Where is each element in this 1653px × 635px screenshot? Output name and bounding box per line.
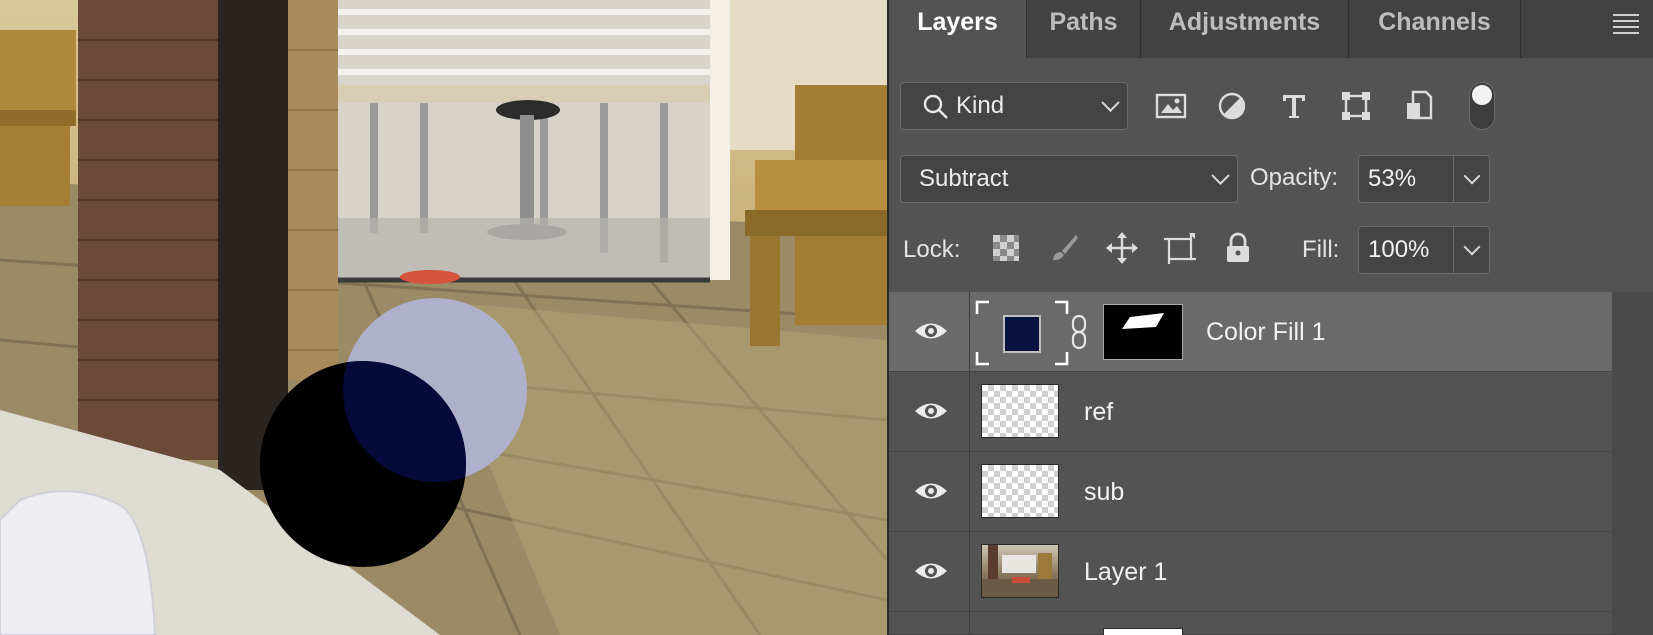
opacity-input[interactable]: 53% — [1358, 155, 1454, 203]
layer-row-layer-1[interactable]: Layer 1 — [889, 532, 1612, 612]
layer-row-color-fill-1[interactable]: Color Fill 1 — [889, 292, 1612, 372]
column-separator — [969, 452, 970, 531]
tab-channels[interactable]: Channels — [1349, 0, 1521, 58]
panel-tab-bar: Layers Paths Adjustments Channels — [889, 0, 1653, 58]
photo-canvas[interactable] — [0, 0, 887, 635]
fill-color-swatch[interactable] — [1003, 315, 1041, 353]
toggle-knob — [1472, 85, 1492, 105]
lock-image-pixels-brush-icon[interactable] — [1044, 228, 1084, 268]
layer-row-ref[interactable]: ref — [889, 372, 1612, 452]
tab-adjustments[interactable]: Adjustments — [1141, 0, 1349, 58]
lock-transparent-pixels-icon[interactable] — [986, 228, 1026, 268]
tab-paths[interactable]: Paths — [1027, 0, 1141, 58]
layer-name: Layer 1 — [1084, 558, 1168, 586]
visibility-eye-icon[interactable] — [913, 316, 949, 346]
blend-mode-dropdown[interactable]: Subtract — [900, 155, 1238, 203]
chevron-down-icon — [1463, 238, 1480, 256]
column-separator — [969, 612, 970, 634]
lock-artboard-icon[interactable] — [1160, 228, 1200, 268]
layer-name: Color Fill 1 — [1206, 318, 1326, 346]
lock-position-move-icon[interactable] — [1102, 228, 1142, 268]
layers-panel: Layers Paths Adjustments Channels Kind S… — [887, 0, 1653, 635]
column-separator — [969, 372, 970, 451]
photo-illustration — [0, 0, 887, 635]
layer-row-partial[interactable] — [889, 612, 1612, 635]
type-layer-filter-icon[interactable] — [1274, 86, 1314, 126]
fill-dropdown-button[interactable] — [1454, 226, 1490, 274]
tab-layers[interactable]: Layers — [889, 0, 1027, 58]
blend-mode-value: Subtract — [919, 165, 1009, 192]
layer-name: sub — [1084, 478, 1125, 506]
chevron-down-icon — [1463, 167, 1480, 185]
fill-input[interactable]: 100% — [1358, 226, 1454, 274]
opacity-label: Opacity: — [1250, 164, 1339, 191]
chevron-down-icon — [1211, 166, 1230, 185]
layer-name: ref — [1084, 398, 1114, 426]
layer-mask-thumbnail[interactable] — [1103, 304, 1183, 360]
filter-toggle-switch[interactable] — [1469, 82, 1495, 130]
column-separator — [969, 292, 970, 371]
layer-thumbnail-transparent[interactable] — [981, 464, 1059, 518]
adjustment-layer-filter-icon[interactable] — [1212, 86, 1252, 126]
visibility-eye-icon[interactable] — [913, 396, 949, 426]
layer-thumbnail-transparent[interactable] — [981, 384, 1059, 438]
shape-layer-filter-icon[interactable] — [1336, 86, 1376, 126]
link-chain-icon[interactable] — [1069, 314, 1089, 350]
layer-row-sub[interactable]: sub — [889, 452, 1612, 532]
filter-kind-dropdown[interactable]: Kind — [900, 82, 1128, 130]
pixel-layer-filter-icon[interactable] — [1151, 86, 1191, 126]
fill-thumbnail-frame[interactable] — [975, 300, 1069, 366]
lock-all-icon[interactable] — [1218, 228, 1258, 268]
layer-thumbnail-white[interactable] — [1103, 628, 1183, 635]
chevron-down-icon — [1101, 93, 1120, 112]
visibility-eye-icon[interactable] — [913, 556, 949, 586]
layers-scrollbar[interactable] — [1612, 292, 1653, 635]
smart-object-filter-icon[interactable] — [1399, 86, 1439, 126]
filter-kind-label: Kind — [956, 92, 1005, 119]
search-icon — [923, 94, 948, 119]
column-separator — [969, 532, 970, 611]
layer-thumbnail-photo[interactable] — [981, 544, 1059, 598]
lock-label: Lock: — [903, 236, 961, 263]
visibility-eye-icon[interactable] — [913, 476, 949, 506]
opacity-dropdown-button[interactable] — [1454, 155, 1490, 203]
fill-label: Fill: — [1302, 236, 1340, 263]
panel-menu-icon[interactable] — [1613, 14, 1639, 34]
